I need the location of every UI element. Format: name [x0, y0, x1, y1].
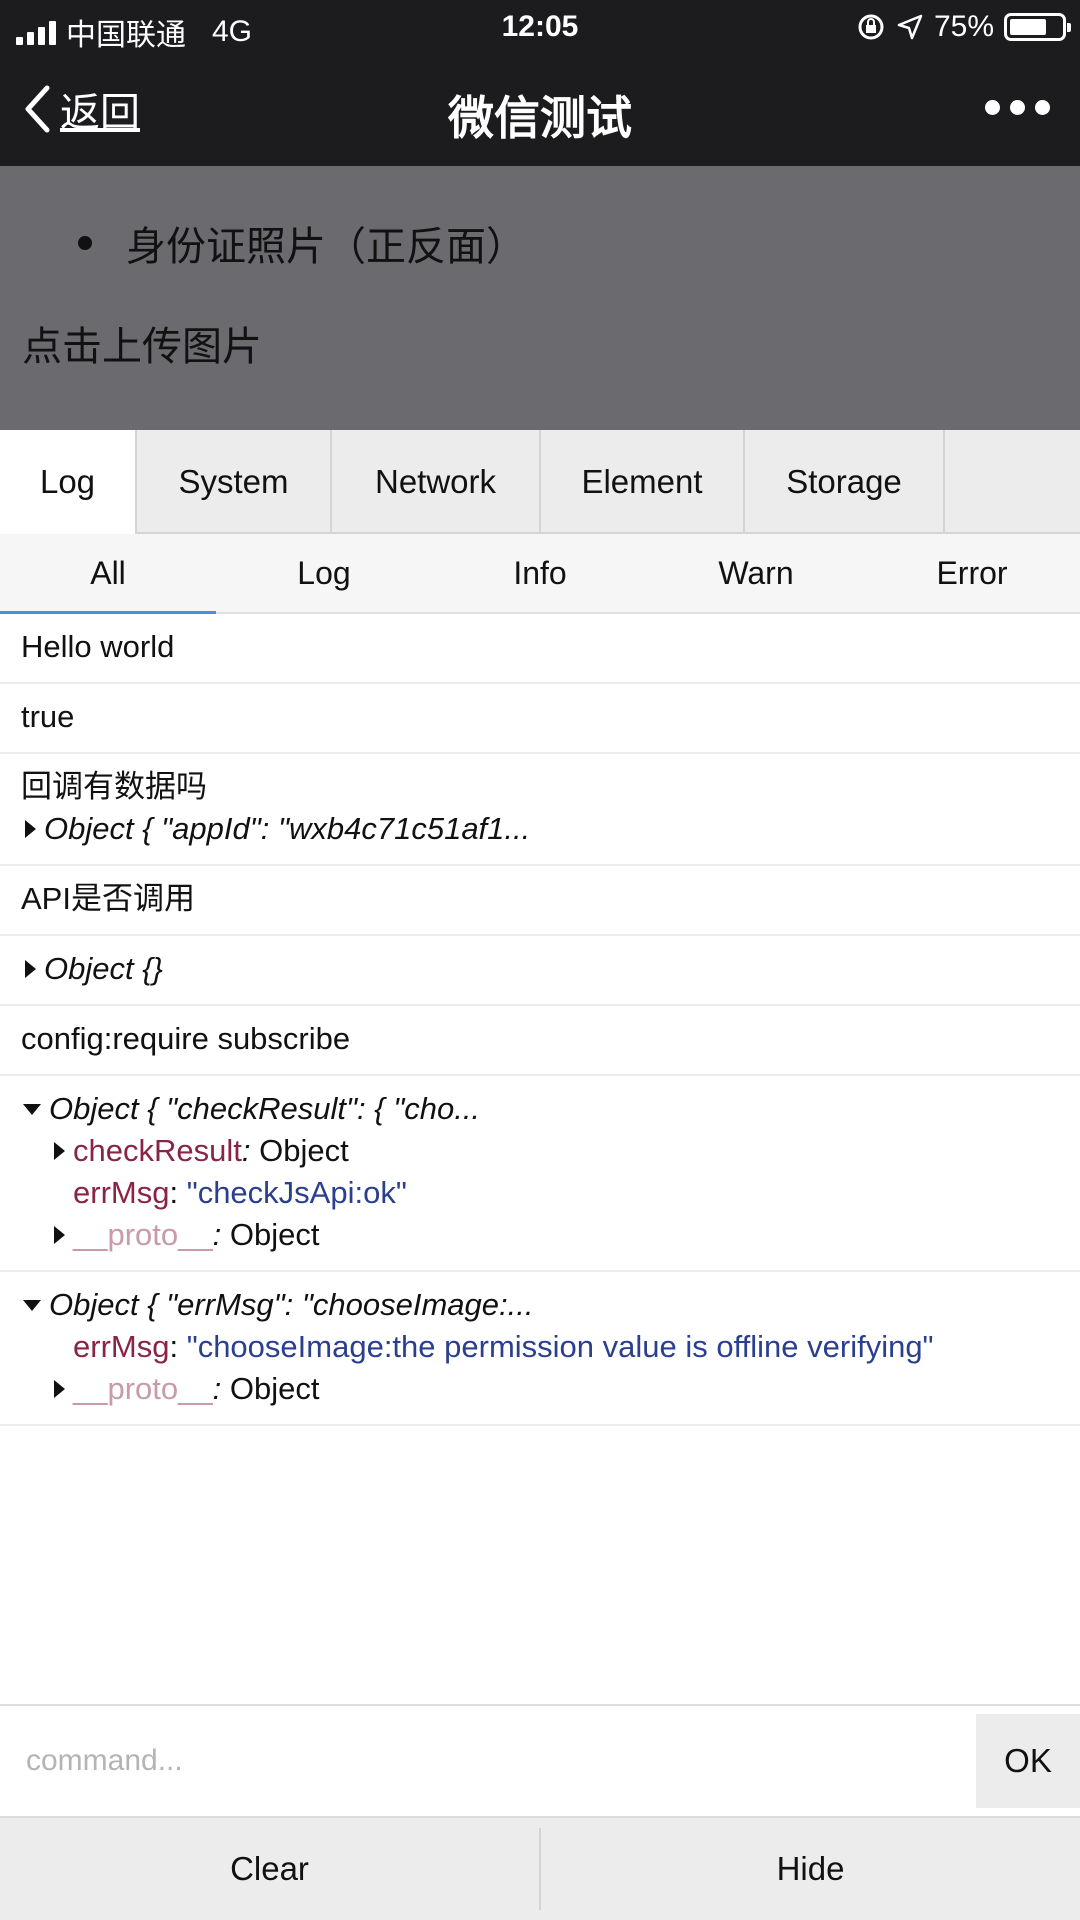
object-preview: Object { "checkResult": { "cho... [49, 1091, 481, 1126]
log-entry: 回调有数据吗 Object { "appId": "wxb4c71c51af1.… [0, 754, 1080, 866]
nav-bar: 返回 微信测试 [0, 54, 1080, 166]
log-entry: Object { "errMsg": "chooseImage:... errM… [0, 1272, 1080, 1426]
log-filter-tabs: All Log Info Warn Error [0, 534, 1080, 614]
log-entry: Object {} [0, 936, 1080, 1006]
battery-icon [1004, 13, 1071, 41]
collapse-caret-icon[interactable] [23, 1299, 41, 1311]
hide-button[interactable]: Hide [541, 1818, 1080, 1920]
tab-network[interactable]: Network [332, 430, 541, 534]
property-value: "chooseImage:the permission value is off… [186, 1329, 934, 1364]
status-bar: 中国联通 4G 12:05 75% [0, 0, 1080, 54]
log-text: true [21, 699, 75, 734]
property-key: __proto__ [73, 1217, 213, 1252]
object-property-row[interactable]: __proto__: Object [21, 1214, 1059, 1256]
property-key: __proto__ [73, 1371, 213, 1406]
clear-button[interactable]: Clear [0, 1818, 539, 1920]
log-text: API是否调用 [21, 881, 195, 916]
page-content: 身份证照片（正反面） 点击上传图片 [0, 166, 1080, 430]
object-property-row: errMsg: "checkJsApi:ok" [21, 1172, 1059, 1214]
filter-warn[interactable]: Warn [648, 534, 864, 612]
more-icon[interactable] [985, 100, 1050, 115]
log-entry: config:require subscribe [0, 1006, 1080, 1076]
log-text: config:require subscribe [21, 1021, 351, 1056]
log-entry: API是否调用 [0, 866, 1080, 936]
object-preview: Object { "errMsg": "chooseImage:... [49, 1287, 534, 1322]
list-item: 身份证照片（正反面） [78, 214, 526, 272]
property-value: Object [229, 1371, 320, 1406]
object-row[interactable]: Object { "checkResult": { "cho... [21, 1088, 1059, 1130]
log-list: Hello world true 回调有数据吗 Object { "appId"… [0, 614, 1080, 1426]
log-entry: Hello world [0, 614, 1080, 684]
filter-log[interactable]: Log [216, 534, 432, 612]
object-row[interactable]: Object {} [21, 948, 1059, 990]
log-entry: true [0, 684, 1080, 754]
object-property-row[interactable]: checkResult: Object [21, 1130, 1059, 1172]
tab-element[interactable]: Element [541, 430, 745, 534]
location-icon [897, 14, 923, 40]
expand-caret-icon[interactable] [25, 960, 36, 978]
battery-percent: 75% [933, 10, 994, 43]
object-row[interactable]: Object { "appId": "wxb4c71c51af1... [21, 808, 1059, 850]
object-preview: Object {} [44, 951, 163, 986]
bullet-icon [78, 236, 92, 250]
filter-error[interactable]: Error [864, 534, 1080, 612]
expand-caret-icon[interactable] [54, 1226, 65, 1244]
tab-system[interactable]: System [137, 430, 332, 534]
tab-log[interactable]: Log [0, 430, 137, 534]
object-preview: Object { "appId": "wxb4c71c51af1... [44, 811, 531, 846]
bottom-bar: Clear Hide [0, 1816, 1080, 1920]
property-key: errMsg [73, 1329, 170, 1364]
command-input[interactable] [0, 1706, 976, 1816]
object-row[interactable]: Object { "errMsg": "chooseImage:... [21, 1284, 1059, 1326]
filter-info[interactable]: Info [432, 534, 648, 612]
command-bar: OK [0, 1704, 1080, 1816]
log-entry: Object { "checkResult": { "cho... checkR… [0, 1076, 1080, 1272]
property-value: Object [229, 1217, 320, 1252]
object-property-row: errMsg: "chooseImage:the permission valu… [21, 1326, 1059, 1368]
ok-button[interactable]: OK [976, 1714, 1080, 1808]
orientation-lock-icon [858, 14, 884, 40]
property-key: errMsg [73, 1175, 170, 1210]
expand-caret-icon[interactable] [54, 1380, 65, 1398]
collapse-caret-icon[interactable] [23, 1103, 41, 1115]
expand-caret-icon[interactable] [54, 1142, 65, 1160]
property-value: "checkJsApi:ok" [186, 1175, 407, 1210]
console-tabs: Log System Network Element Storage [0, 430, 1080, 534]
object-property-row[interactable]: __proto__: Object [21, 1368, 1059, 1410]
page-title: 微信测试 [448, 91, 632, 145]
log-text: Hello world [21, 629, 175, 664]
property-key: checkResult [73, 1133, 242, 1168]
filter-all[interactable]: All [0, 534, 216, 614]
expand-caret-icon[interactable] [25, 820, 36, 838]
id-photo-label: 身份证照片（正反面） [126, 224, 526, 270]
upload-image-link[interactable]: 点击上传图片 [22, 314, 262, 372]
tab-storage[interactable]: Storage [745, 430, 945, 534]
property-value: Object [259, 1133, 349, 1168]
log-text: 回调有数据吗 [21, 769, 207, 804]
